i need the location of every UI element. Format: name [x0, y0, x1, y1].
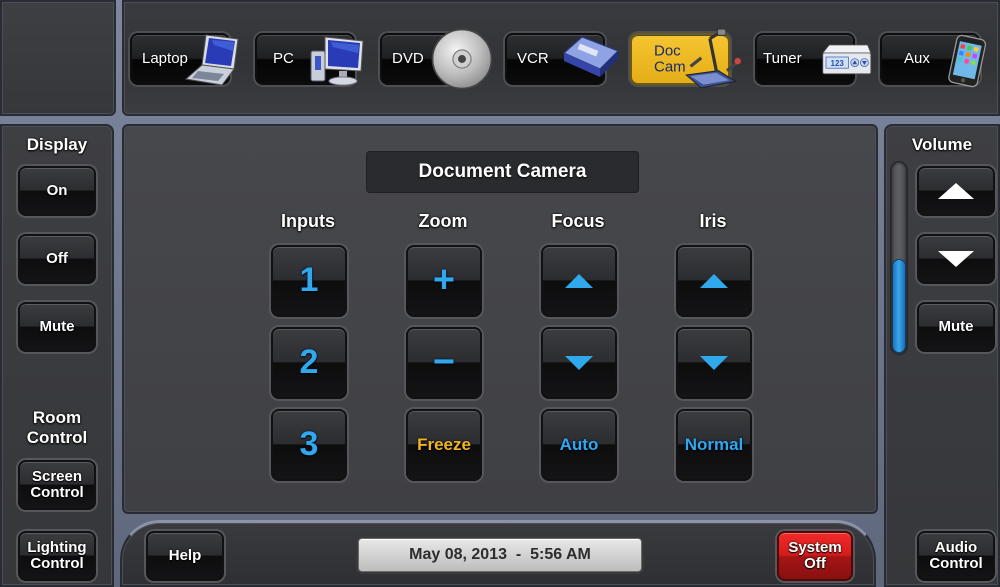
zoom-out-button[interactable]: − — [406, 327, 482, 399]
audio-control-button[interactable]: Audio Control — [917, 531, 995, 581]
vhs-tape-icon — [562, 36, 619, 77]
volume-mute-button[interactable]: Mute — [917, 302, 995, 352]
room-control-section-title: Room Control — [26, 408, 88, 448]
source-button-tuner[interactable]: Tuner 123 — [755, 33, 872, 85]
tuner-display-text: 123 — [831, 59, 845, 68]
laptop-icon — [184, 34, 239, 86]
source-button-laptop[interactable]: Laptop — [130, 33, 239, 86]
iris-column-title: Iris — [699, 211, 727, 231]
volume-level-fill — [892, 259, 906, 353]
freeze-button[interactable]: Freeze — [406, 409, 482, 481]
triangle-up-icon — [565, 274, 593, 288]
source-label: PC — [273, 50, 294, 68]
display-mute-button[interactable]: Mute — [18, 302, 96, 352]
source-label: Aux — [904, 50, 930, 68]
source-label: Doc Cam — [654, 42, 686, 75]
media-player-icon — [948, 34, 987, 88]
volume-slider[interactable] — [890, 161, 908, 355]
datetime-display: May 08, 2013 - 5:56 AM — [358, 538, 642, 572]
source-button-aux[interactable]: Aux — [880, 33, 987, 88]
zoom-in-button[interactable]: + — [406, 245, 482, 317]
volume-down-button[interactable] — [917, 234, 995, 284]
volume-up-button[interactable] — [917, 166, 995, 216]
dvd-disc-icon — [431, 28, 493, 90]
iris-down-button[interactable] — [676, 327, 752, 399]
display-on-button[interactable]: On — [18, 166, 96, 216]
iris-up-button[interactable] — [676, 245, 752, 317]
volume-section-title: Volume — [911, 135, 973, 154]
display-section-title: Display — [26, 135, 88, 154]
source-label: Tuner — [763, 50, 802, 68]
desktop-pc-icon — [310, 36, 364, 86]
lighting-control-button[interactable]: Lighting Control — [18, 531, 96, 581]
tuner-box-icon: 123 — [821, 44, 872, 75]
document-camera-icon — [685, 28, 741, 89]
corner-panel — [0, 0, 116, 116]
focus-up-button[interactable] — [541, 245, 617, 317]
input-3-button[interactable]: 3 — [271, 409, 347, 481]
focus-column-title: Focus — [551, 211, 605, 231]
triangle-up-icon — [938, 183, 974, 199]
source-button-doc-cam[interactable]: Doc Cam — [630, 28, 741, 89]
source-label: DVD — [392, 50, 424, 68]
screen-control-button[interactable]: Screen Control — [18, 460, 96, 510]
source-button-dvd[interactable]: DVD — [380, 28, 493, 90]
triangle-down-icon — [565, 356, 593, 370]
iris-normal-button[interactable]: Normal — [676, 409, 752, 481]
focus-down-button[interactable] — [541, 327, 617, 399]
source-selection-bar: Laptop PC DVD VCR Doc Cam Tuner 123 Aux — [122, 0, 1000, 116]
source-button-pc[interactable]: PC — [255, 33, 364, 86]
page-title: Document Camera — [366, 151, 639, 193]
help-button[interactable]: Help — [146, 531, 224, 581]
focus-auto-button[interactable]: Auto — [541, 409, 617, 481]
input-1-button[interactable]: 1 — [271, 245, 347, 317]
system-off-button[interactable]: System Off — [777, 531, 853, 581]
source-label: VCR — [517, 50, 549, 68]
inputs-column-title: Inputs — [281, 211, 335, 231]
display-off-button[interactable]: Off — [18, 234, 96, 284]
input-2-button[interactable]: 2 — [271, 327, 347, 399]
source-label: Laptop — [142, 50, 188, 68]
triangle-down-icon — [700, 356, 728, 370]
source-button-vcr[interactable]: VCR — [505, 33, 619, 85]
zoom-column-title: Zoom — [418, 211, 468, 231]
triangle-down-icon — [938, 251, 974, 267]
triangle-up-icon — [700, 274, 728, 288]
